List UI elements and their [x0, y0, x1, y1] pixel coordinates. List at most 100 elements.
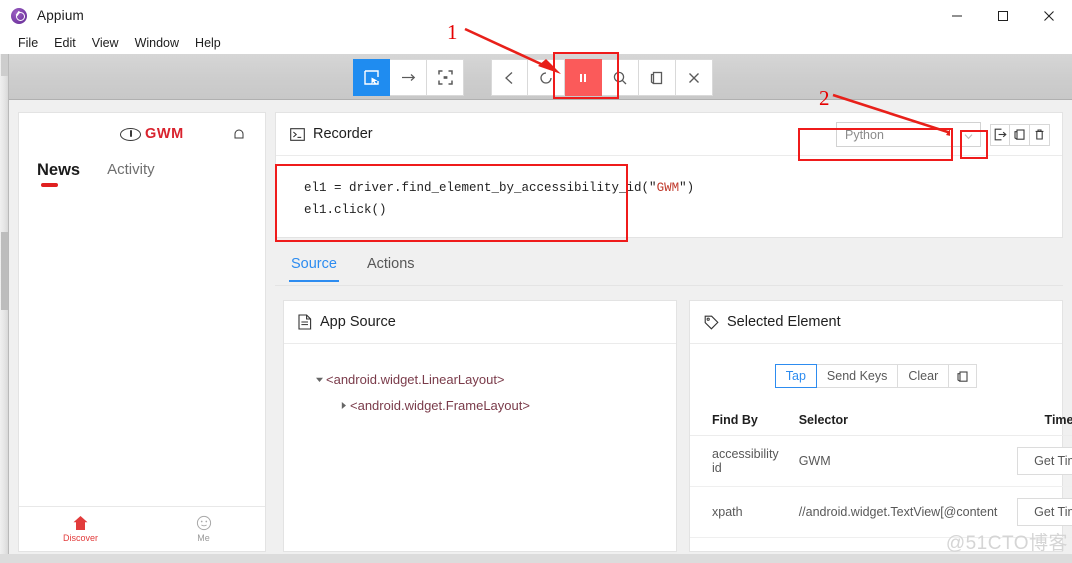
menu-item-help[interactable]: Help: [187, 34, 229, 52]
maximize-icon[interactable]: [980, 0, 1026, 31]
tap-button[interactable]: Tap: [774, 364, 817, 388]
terminal-icon: [290, 127, 305, 141]
select-element-button[interactable]: [353, 59, 390, 96]
delete-recording-button[interactable]: [1030, 123, 1050, 146]
tree-node[interactable]: <android.widget.FrameLayout>: [284, 392, 676, 418]
menu-item-file[interactable]: File: [10, 34, 46, 52]
minimize-icon[interactable]: [934, 0, 980, 31]
cell-timing: Get Timing: [1007, 435, 1072, 487]
get-timing-button[interactable]: Get Timing: [1017, 498, 1072, 526]
appium-logo-icon: [11, 7, 27, 24]
recording-pause-button[interactable]: [565, 59, 602, 96]
document-icon: [298, 314, 312, 330]
outer-scrollbar[interactable]: [0, 54, 9, 563]
tag-icon: [704, 315, 719, 330]
app-source-header: App Source: [284, 301, 676, 344]
device-nav-discover[interactable]: Discover: [19, 507, 142, 551]
selected-element-panel: Selected Element Tap Send Keys Clear Fin…: [689, 300, 1072, 552]
device-app-tabs: News Activity: [19, 161, 265, 189]
menubar: File Edit View Window Help: [0, 31, 1072, 54]
toolbar-group-session: [491, 59, 713, 96]
device-bottom-nav: Discover Me: [19, 506, 265, 551]
app-title: Appium: [37, 8, 84, 23]
device-tab-news-label: News: [37, 161, 81, 179]
recorded-code[interactable]: el1 = driver.find_element_by_accessibili…: [276, 156, 1062, 221]
gwm-emblem-icon: [120, 127, 141, 141]
close-icon[interactable]: [1026, 0, 1072, 31]
recorder-action-buttons: [990, 123, 1050, 146]
scrollbar-thumb[interactable]: [1, 232, 8, 310]
device-app-header: GWM: [19, 113, 265, 159]
refresh-source-button[interactable]: [528, 59, 565, 96]
element-action-buttons: Tap Send Keys Clear: [690, 364, 1062, 388]
device-nav-me-label: Me: [197, 533, 210, 543]
back-button[interactable]: [491, 59, 528, 96]
selectors-table: Find By Selector Time (ms) accessibility…: [690, 405, 1072, 538]
column-time: Time (ms): [1007, 405, 1072, 436]
recorder-title-row: Recorder: [290, 126, 373, 142]
export-recording-button[interactable]: [990, 123, 1010, 146]
smiley-face-icon: [196, 515, 211, 531]
tree-node[interactable]: <android.widget.LinearLayout>: [284, 366, 676, 392]
app-source-title-row: App Source: [298, 314, 396, 330]
code-line-2: el1.click(): [304, 202, 387, 217]
column-find-by: Find By: [690, 405, 789, 436]
code-line-1-string: GWM: [656, 181, 680, 195]
copy-attributes-button[interactable]: [949, 364, 978, 388]
menu-item-view[interactable]: View: [84, 34, 127, 52]
scrollbar-thumb-top[interactable]: [1, 54, 8, 76]
window-controls: [934, 0, 1072, 31]
search-for-element-button[interactable]: [602, 59, 639, 96]
recorder-header: Recorder Python: [276, 113, 1062, 156]
device-tab-activity[interactable]: Activity: [107, 161, 155, 187]
cell-selector: GWM: [788, 435, 1008, 487]
table-header-row: Find By Selector Time (ms): [690, 405, 1072, 436]
table-row: xpath //android.widget.TextView[@content…: [690, 486, 1072, 538]
table-row: accessibility id GWM Get Timing: [690, 435, 1072, 487]
device-tab-news[interactable]: News: [37, 161, 80, 189]
gwm-logo-text: GWM: [145, 126, 184, 142]
cell-selector: //android.widget.TextView[@content: [788, 486, 1008, 538]
caret-down-icon[interactable]: [312, 375, 326, 384]
copy-xml-button[interactable]: [639, 59, 676, 96]
code-line-1-suffix: "): [679, 181, 695, 195]
cell-timing: Get Timing: [1007, 486, 1072, 538]
inspector-content: GWM News Activity Discover Me Recorder P…: [9, 100, 1072, 563]
quit-session-button[interactable]: [676, 59, 713, 96]
chevron-down-icon: [964, 130, 973, 140]
clear-button[interactable]: Clear: [898, 364, 950, 388]
send-keys-button[interactable]: Send Keys: [816, 364, 899, 388]
bell-icon[interactable]: [233, 128, 245, 140]
code-line-1-prefix: el1 = driver.find_element_by_accessibili…: [304, 181, 657, 195]
annotation-label-2: 2: [819, 86, 830, 110]
source-actions-tabs: Source Actions: [275, 252, 1063, 286]
caret-right-icon[interactable]: [336, 401, 350, 410]
appium-window: Appium File Edit View Window Help GWM Ne…: [0, 0, 1072, 563]
get-timing-button[interactable]: Get Timing: [1017, 447, 1072, 475]
recorder-panel: Recorder Python el1 = driver.find_elemen…: [275, 112, 1063, 238]
tap-by-coordinates-button[interactable]: [427, 59, 464, 96]
device-screen-mirror[interactable]: GWM News Activity Discover Me: [18, 112, 266, 552]
selected-element-header: Selected Element: [690, 301, 1062, 344]
device-tab-activity-label: Activity: [107, 161, 155, 178]
swipe-by-coordinates-button[interactable]: [390, 59, 427, 96]
tab-source[interactable]: Source: [289, 252, 339, 282]
source-tree: <android.widget.LinearLayout> <android.w…: [284, 344, 676, 418]
cell-find-by: accessibility id: [690, 435, 789, 487]
inspector-toolbar: [9, 54, 1072, 100]
copy-code-button[interactable]: [1010, 123, 1030, 146]
tree-node-label: <android.widget.LinearLayout>: [326, 371, 505, 387]
app-source-title: App Source: [320, 314, 396, 330]
recorder-toolbar: Python: [836, 122, 1050, 147]
language-select[interactable]: Python: [836, 122, 981, 147]
toolbar-group-interaction: [353, 59, 464, 96]
menu-item-window[interactable]: Window: [127, 34, 187, 52]
device-nav-me[interactable]: Me: [142, 507, 265, 551]
device-nav-discover-label: Discover: [62, 533, 98, 543]
language-select-value: Python: [845, 127, 884, 142]
cell-find-by: xpath: [690, 486, 789, 538]
menu-item-edit[interactable]: Edit: [46, 34, 84, 52]
selected-element-title: Selected Element: [727, 314, 841, 330]
tab-actions[interactable]: Actions: [365, 252, 417, 282]
tree-node-label: <android.widget.FrameLayout>: [350, 397, 530, 413]
